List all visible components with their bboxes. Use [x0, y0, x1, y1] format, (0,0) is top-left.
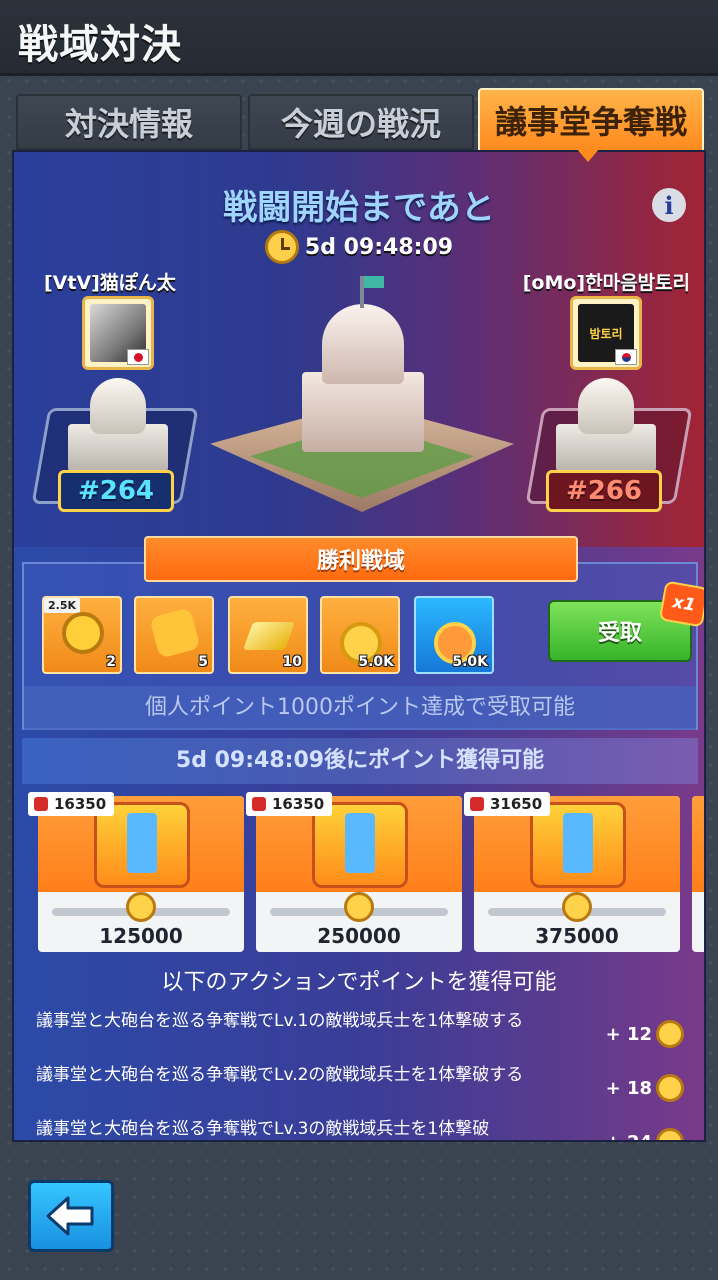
- points-value: + 24: [605, 1131, 652, 1142]
- reward-condition: 個人ポイント1000ポイント達成で受取可能: [24, 686, 696, 730]
- reward-item-gold[interactable]: 10: [228, 596, 308, 674]
- countdown-timer: 5d 09:48:09: [14, 230, 704, 264]
- flag-icon: [364, 276, 384, 288]
- back-button[interactable]: [28, 1180, 114, 1252]
- capitol-body: [302, 372, 424, 452]
- action-text: 議事堂と大砲台を巡る争奪戦でLv.1の敵戦域兵士を1体撃破する: [36, 1011, 524, 1031]
- chest-points: 125000: [99, 924, 183, 948]
- chest-points: 250000: [317, 924, 401, 948]
- active-tab-pointer: [576, 148, 600, 162]
- chest-rewards-row: 16350 125000 16350 250000 31650 375000: [14, 788, 704, 958]
- action-row: 議事堂と大砲台を巡る争奪戦でLv.3の敵戦域兵士を1体撃破 + 24: [36, 1118, 686, 1142]
- timer-text: 5d 09:48:09: [304, 234, 454, 260]
- gold-bar-icon: [242, 622, 296, 650]
- reward-qty: 5: [198, 654, 208, 670]
- action-points: + 24: [605, 1128, 684, 1142]
- left-player-name: [VtV]猫ぽん太: [44, 272, 176, 294]
- left-rank-badge: #264: [58, 470, 174, 512]
- right-rank-badge: #266: [546, 470, 662, 512]
- puzzle-piece-icon: [149, 607, 201, 659]
- capitol-building-image: [210, 262, 514, 522]
- statue-dome: [578, 378, 634, 434]
- tab-battle-info[interactable]: 対決情報: [16, 94, 242, 150]
- action-text: 議事堂と大砲台を巡る争奪戦でLv.3の敵戦域兵士を1体撃破: [36, 1119, 490, 1139]
- info-icon[interactable]: i: [652, 188, 686, 222]
- coin-icon: [656, 1020, 684, 1048]
- badge-icon: [62, 612, 104, 654]
- action-points: + 12: [606, 1020, 684, 1048]
- chest-cost: 16350: [246, 792, 333, 816]
- right-player-name: [oMo]한마음밤토리: [522, 272, 690, 294]
- reward-qty: 5.0K: [452, 654, 488, 670]
- coin-icon: [126, 892, 156, 922]
- chest-cost: 31650: [464, 792, 551, 816]
- coin-icon: [656, 1074, 684, 1102]
- action-text: 議事堂と大砲台を巡る争奪戦でLv.2の敵戦域兵士を1体撃破する: [36, 1065, 524, 1085]
- coin-icon: [344, 892, 374, 922]
- coin-icon: [562, 892, 592, 922]
- chest-reward[interactable]: 31650 375000: [464, 792, 680, 952]
- multiplier-badge: x1: [658, 580, 704, 628]
- chest-reward[interactable]: 16350 250000: [246, 792, 462, 952]
- back-arrow-icon: [46, 1196, 94, 1236]
- tab-weekly-status[interactable]: 今週の戦況: [248, 94, 474, 150]
- chest-cost: 16350: [28, 792, 115, 816]
- korea-flag-icon: [615, 349, 637, 365]
- reward-item-badge[interactable]: 2.5K 2: [42, 596, 122, 674]
- capitol-dome: [322, 304, 404, 384]
- action-row: 議事堂と大砲台を巡る争奪戦でLv.2の敵戦域兵士を1体撃破する + 18: [36, 1064, 686, 1118]
- victory-rewards-box: 2.5K 2 5 10 5.0K 5.0K 受取 x1 個人ポイント1000ポイ…: [22, 562, 704, 730]
- reward-item-puzzle[interactable]: 5: [134, 596, 214, 674]
- action-row: 議事堂と大砲台を巡る争奪戦でLv.1の敵戦域兵士を1体撃破する + 12: [36, 1010, 686, 1064]
- right-player-avatar[interactable]: 밤토리: [570, 296, 642, 370]
- left-player-avatar[interactable]: [82, 296, 154, 370]
- coin-icon: [656, 1128, 684, 1140]
- points-value: + 18: [605, 1077, 652, 1099]
- right-capitol-statue: [556, 372, 656, 472]
- points-availability-note: 5d 09:48:09後にポイント獲得可能: [22, 738, 698, 784]
- actions-title: 以下のアクションでポイントを獲得可能: [161, 970, 557, 995]
- reward-qty: 5.0K: [358, 654, 394, 670]
- reward-qty: 2: [106, 654, 116, 670]
- header-bar: 戦域対決: [0, 0, 718, 76]
- japan-flag-icon: [127, 349, 149, 365]
- chest-points: 375000: [535, 924, 619, 948]
- clock-icon: [264, 230, 299, 264]
- action-points: + 18: [606, 1074, 684, 1102]
- page-title: 戦域対決: [18, 22, 182, 68]
- chest-reward[interactable]: 16350 125000: [28, 792, 244, 952]
- left-capitol-statue: [68, 372, 168, 472]
- tab-capitol-battle[interactable]: 議事堂争奪戦: [478, 88, 704, 152]
- reward-qty: 10: [282, 654, 302, 670]
- capitol-battle-panel: 戦闘開始まであと i 5d 09:48:09 [VtV]猫ぽん太 [oMo]한마…: [12, 150, 706, 1142]
- reward-item-medal[interactable]: 5.0K: [320, 596, 400, 674]
- countdown-title: 戦闘開始まであと: [223, 188, 495, 228]
- reward-tag: 2.5K: [44, 598, 81, 613]
- tab-bar: 対決情報 今週の戦況 議事堂争奪戦: [14, 88, 706, 152]
- chest-reward-partial[interactable]: [692, 796, 704, 952]
- statue-dome: [90, 378, 146, 434]
- chest-header: [692, 796, 704, 892]
- victory-banner: 勝利戦域: [144, 536, 578, 582]
- reward-item-medal-blue[interactable]: 5.0K: [414, 596, 494, 674]
- points-value: + 12: [605, 1023, 652, 1045]
